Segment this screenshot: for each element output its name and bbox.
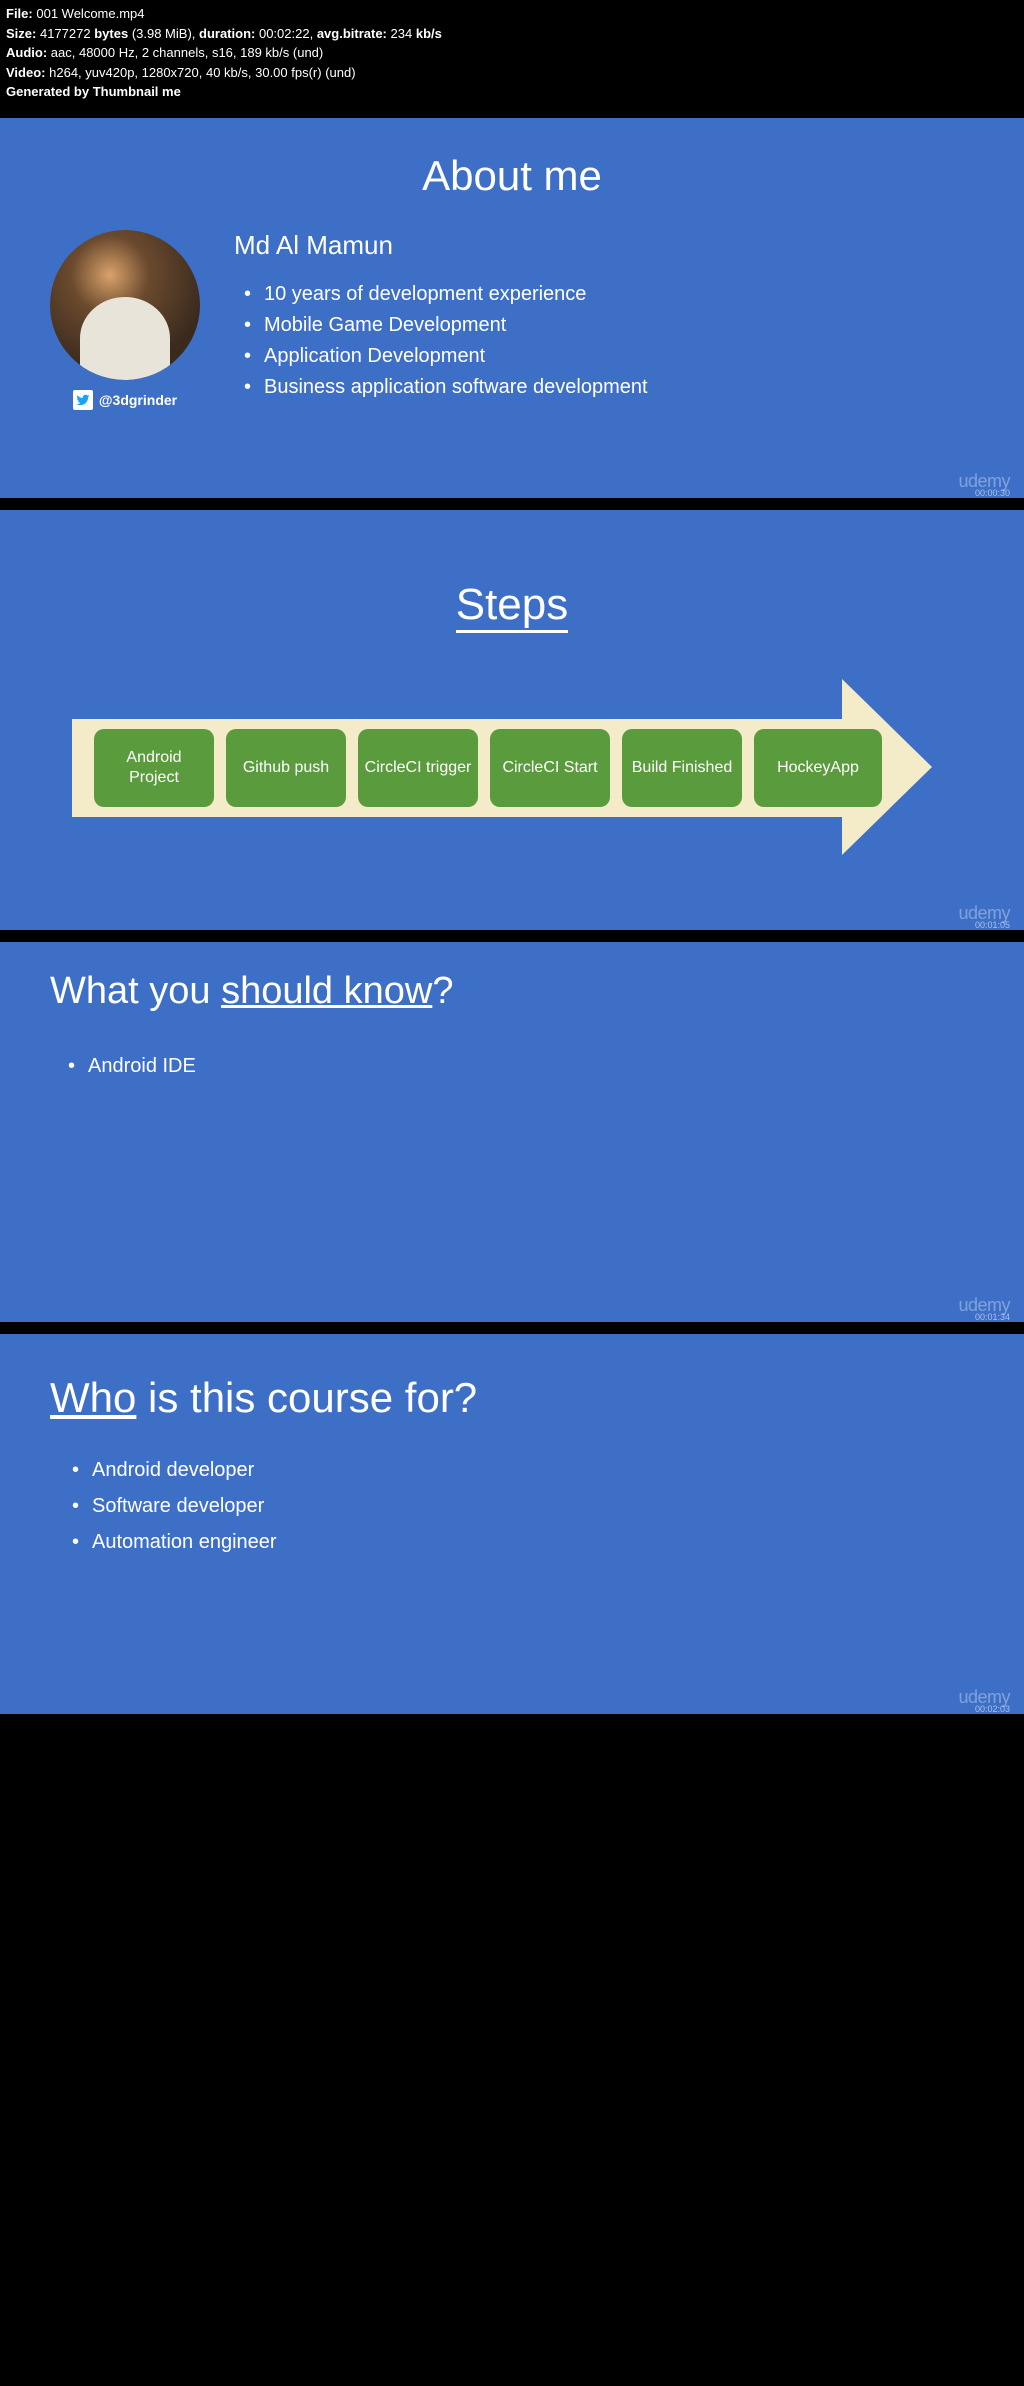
title-underline: should know [221,970,432,1012]
timestamp: 00:01:05 [975,920,1010,930]
duration-value: 00:02:22, [259,26,313,41]
meta-size: Size: 4177272 bytes (3.98 MiB), duration… [6,24,1018,44]
size-label: Size: [6,26,36,41]
should-know-bullets: Android IDE [0,1013,1024,1083]
step-build-finished: Build Finished [622,729,742,807]
title-underline: Who [50,1374,136,1421]
bullet-item: Android developer [72,1452,1024,1488]
title-prefix: What you [50,970,221,1012]
file-value: 001 Welcome.mp4 [36,6,144,21]
step-hockeyapp: HockeyApp [754,729,882,807]
slide4-title: Who is this course for? [0,1334,1024,1422]
bullet-item: Application Development [264,341,648,372]
slide-should-know: What you should know? Android IDE udemy … [0,942,1024,1322]
metadata-header: File: 001 Welcome.mp4 Size: 4177272 byte… [0,0,1024,106]
bullet-item: 10 years of development experience [264,279,648,310]
timestamp: 00:01:34 [975,1312,1010,1322]
file-label: File: [6,6,33,21]
bitrate-unit: kb/s [416,26,442,41]
slide-about-me: About me @3dgrinder Md Al Mamun 10 years… [0,118,1024,498]
meta-audio: Audio: aac, 48000 Hz, 2 channels, s16, 1… [6,43,1018,63]
step-github-push: Github push [226,729,346,807]
meta-file: File: 001 Welcome.mp4 [6,4,1018,24]
video-label: Video: [6,65,46,80]
size-mib: (3.98 MiB), [132,26,196,41]
slide1-title: About me [0,118,1024,200]
title-suffix: ? [432,970,453,1012]
size-bytes: 4177272 [40,26,91,41]
audio-value: aac, 48000 Hz, 2 channels, s16, 189 kb/s… [51,45,323,60]
meta-video: Video: h264, yuv420p, 1280x720, 40 kb/s,… [6,63,1018,83]
twitter-icon [73,390,93,410]
step-circleci-start: CircleCI Start [490,729,610,807]
slide3-title: What you should know? [0,942,1024,1013]
bullet-item: Automation engineer [72,1524,1024,1560]
slide-who-for: Who is this course for? Android develope… [0,1334,1024,1714]
size-bytes-unit: bytes [94,26,128,41]
slide2-title: Steps [456,580,569,633]
bitrate-label: avg.bitrate: [317,26,387,41]
presenter-avatar [50,230,200,380]
title-suffix: is this course for? [136,1374,477,1421]
about-bullets: 10 years of development experience Mobil… [234,279,648,403]
generated-by: Generated by Thumbnail me [6,82,1018,102]
twitter-handle: @3dgrinder [73,390,177,410]
bitrate-value: 234 [391,26,413,41]
video-value: h264, yuv420p, 1280x720, 40 kb/s, 30.00 … [49,65,355,80]
timestamp: 00:02:03 [975,1704,1010,1714]
presenter-name: Md Al Mamun [234,230,648,261]
bullet-item: Business application software developmen… [264,372,648,403]
slide-steps: Steps Android Project Github push Circle… [0,510,1024,930]
steps-arrow-diagram: Android Project Github push CircleCI tri… [72,693,952,843]
bullet-item: Mobile Game Development [264,310,648,341]
step-android-project: Android Project [94,729,214,807]
twitter-text: @3dgrinder [99,392,177,408]
timestamp: 00:00:30 [975,488,1010,498]
audio-label: Audio: [6,45,47,60]
step-circleci-trigger: CircleCI trigger [358,729,478,807]
who-for-bullets: Android developer Software developer Aut… [0,1422,1024,1560]
bullet-item: Software developer [72,1488,1024,1524]
bullet-item: Android IDE [68,1049,1024,1083]
duration-label: duration: [199,26,255,41]
